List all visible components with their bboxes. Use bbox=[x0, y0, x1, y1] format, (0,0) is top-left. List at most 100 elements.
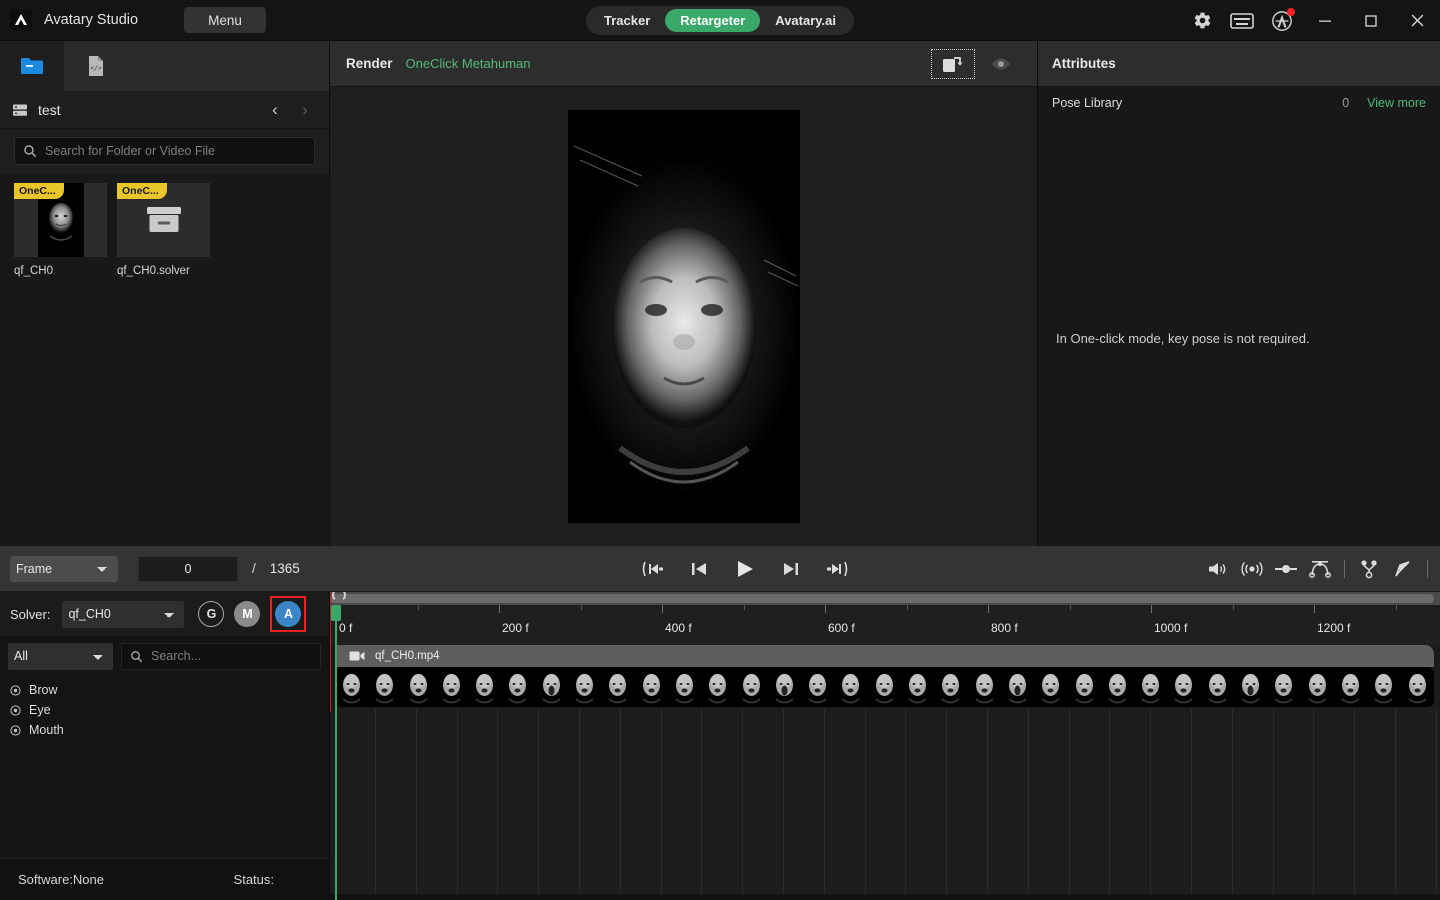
timeline-gridline bbox=[824, 708, 825, 900]
filmstrip-thumbnail bbox=[901, 667, 935, 707]
ruler-tick-minor bbox=[417, 605, 419, 610]
video-viewport[interactable] bbox=[330, 87, 1037, 546]
tree-item-eye[interactable]: Eye bbox=[10, 700, 329, 720]
ruler-tick-label: 1000 f bbox=[1154, 621, 1188, 635]
ruler-tick-minor bbox=[1232, 605, 1234, 610]
timeline-clip[interactable]: qf_CH0.mp4 bbox=[335, 645, 1434, 667]
keyboard-icon[interactable] bbox=[1222, 0, 1262, 41]
audio-waveform-icon[interactable] bbox=[1238, 555, 1266, 583]
one-click-note: In One-click mode, key pose is not requi… bbox=[1056, 331, 1310, 346]
timeline-gridline bbox=[1150, 708, 1151, 900]
previous-frame-icon[interactable] bbox=[686, 556, 712, 582]
timeline-gridline bbox=[1069, 708, 1070, 900]
search-icon bbox=[23, 144, 37, 158]
tab-tracker[interactable]: Tracker bbox=[589, 9, 665, 32]
filmstrip-thumbnail bbox=[634, 667, 668, 707]
timeline-panel[interactable]: 0 f 200 f 400 f 600 f 800 f 1000 f 1200 f qf_C… bbox=[330, 592, 1440, 900]
solver-mode-m[interactable]: M bbox=[234, 601, 261, 627]
tree-item-mouth[interactable]: Mouth bbox=[10, 720, 329, 740]
current-frame-input[interactable] bbox=[138, 555, 238, 582]
status-label: Status: bbox=[233, 872, 274, 887]
notification-badge bbox=[1287, 8, 1295, 16]
solver-select[interactable]: qf_CH0 bbox=[62, 600, 185, 628]
titlebar-right-controls bbox=[1182, 0, 1440, 41]
timeline-gridline bbox=[1436, 708, 1437, 900]
play-icon[interactable] bbox=[732, 556, 758, 582]
timeline-tools bbox=[1204, 555, 1432, 583]
filmstrip-thumbnail bbox=[867, 667, 901, 707]
chevron-left-icon[interactable]: ‹ bbox=[263, 98, 287, 122]
ruler-tick-label: 0 f bbox=[339, 621, 353, 635]
folder-tab[interactable] bbox=[0, 41, 64, 91]
attribute-search-box[interactable] bbox=[121, 642, 321, 670]
timeline-gridline bbox=[1354, 708, 1355, 900]
frame-separator: / bbox=[252, 561, 256, 576]
filmstrip-thumbnail bbox=[667, 667, 701, 707]
chevron-right-icon[interactable]: › bbox=[293, 98, 317, 122]
asset-card-solver[interactable]: OneC... qf_CH0.solver bbox=[117, 183, 210, 277]
time-unit-select[interactable]: Frame bbox=[10, 555, 118, 582]
timeline-ruler[interactable]: 0 f 200 f 400 f 600 f 800 f 1000 f 1200 f bbox=[330, 605, 1440, 645]
jump-to-start-icon[interactable] bbox=[640, 556, 666, 582]
render-panel: Render OneClick Metahuman bbox=[330, 41, 1037, 546]
tab-retargeter[interactable]: Retargeter bbox=[665, 9, 761, 32]
ruler-tick bbox=[988, 605, 989, 613]
timeline-playhead-handle[interactable] bbox=[331, 605, 341, 621]
tab-avatary-ai[interactable]: Avatary.ai bbox=[760, 9, 851, 32]
ruler-tick-minor bbox=[1395, 605, 1397, 610]
attribute-search-input[interactable] bbox=[151, 649, 312, 663]
next-frame-icon[interactable] bbox=[778, 556, 804, 582]
maximize-icon[interactable] bbox=[1348, 0, 1394, 41]
solver-mode-a[interactable]: A bbox=[275, 601, 302, 627]
filmstrip-thumbnail bbox=[834, 667, 868, 707]
video-clip-icon bbox=[349, 650, 365, 662]
tree-item-label: Brow bbox=[29, 683, 58, 697]
ruler-tick-minor bbox=[906, 605, 908, 610]
graph-nodes-icon[interactable] bbox=[1355, 555, 1383, 583]
keyframe-icon[interactable] bbox=[1272, 555, 1300, 583]
timeline-gridline bbox=[701, 708, 702, 900]
ruler-tick bbox=[825, 605, 826, 613]
app-root: Avatary Studio Menu Tracker Retargeter A… bbox=[0, 0, 1440, 900]
ruler-tick-minor bbox=[580, 605, 582, 610]
minimize-icon[interactable] bbox=[1302, 0, 1348, 41]
avatary-badge-icon[interactable] bbox=[1262, 0, 1302, 41]
asset-name: qf_CH0.solver bbox=[117, 265, 190, 277]
timeline-playhead[interactable] bbox=[335, 605, 337, 900]
tree-item-brow[interactable]: Brow bbox=[10, 680, 329, 700]
server-icon bbox=[12, 102, 28, 118]
timeline-scrollbar-thumb[interactable] bbox=[330, 594, 1434, 603]
filmstrip-thumbnail bbox=[734, 667, 768, 707]
eye-icon[interactable] bbox=[981, 49, 1021, 79]
filmstrip-thumbnail bbox=[801, 667, 835, 707]
timeline-gridline bbox=[1232, 708, 1233, 900]
code-file-tab[interactable]: </> bbox=[64, 41, 128, 91]
attribute-filter-select[interactable]: All bbox=[8, 642, 113, 670]
timeline-gridline bbox=[538, 708, 539, 900]
solver-mode-a-highlight: A bbox=[270, 596, 307, 632]
asset-search-input[interactable] bbox=[45, 144, 306, 158]
timeline-filmstrip[interactable] bbox=[335, 667, 1434, 707]
timeline-clip-name: qf_CH0.mp4 bbox=[375, 650, 440, 662]
filmstrip-thumbnail bbox=[1300, 667, 1334, 707]
speaker-icon[interactable] bbox=[1204, 555, 1232, 583]
timeline-scrollbar[interactable] bbox=[330, 592, 1440, 605]
jump-to-end-icon[interactable] bbox=[824, 556, 850, 582]
close-icon[interactable] bbox=[1394, 0, 1440, 41]
attribute-filter-row: All bbox=[0, 636, 329, 676]
filmstrip-thumbnail bbox=[401, 667, 435, 707]
timeline-grid[interactable] bbox=[330, 708, 1440, 900]
pen-tool-icon[interactable] bbox=[1389, 555, 1417, 583]
asset-card-video[interactable]: OneC... qf_CH0 bbox=[14, 183, 107, 277]
timeline-bottom-strip bbox=[330, 894, 1440, 900]
solver-mode-g[interactable]: G bbox=[198, 601, 225, 627]
asset-grid: OneC... qf_CH0 OneC... qf_CH0.solver bbox=[0, 173, 329, 287]
swap-layout-icon[interactable] bbox=[931, 48, 975, 79]
asset-search-box[interactable] bbox=[14, 137, 315, 165]
gear-icon[interactable] bbox=[1182, 0, 1222, 41]
timeline-gridline bbox=[1191, 708, 1192, 900]
software-status-label: Software:None bbox=[18, 872, 104, 887]
view-more-link[interactable]: View more bbox=[1367, 96, 1426, 110]
curve-editor-icon[interactable] bbox=[1306, 555, 1334, 583]
menu-button[interactable]: Menu bbox=[184, 7, 267, 33]
